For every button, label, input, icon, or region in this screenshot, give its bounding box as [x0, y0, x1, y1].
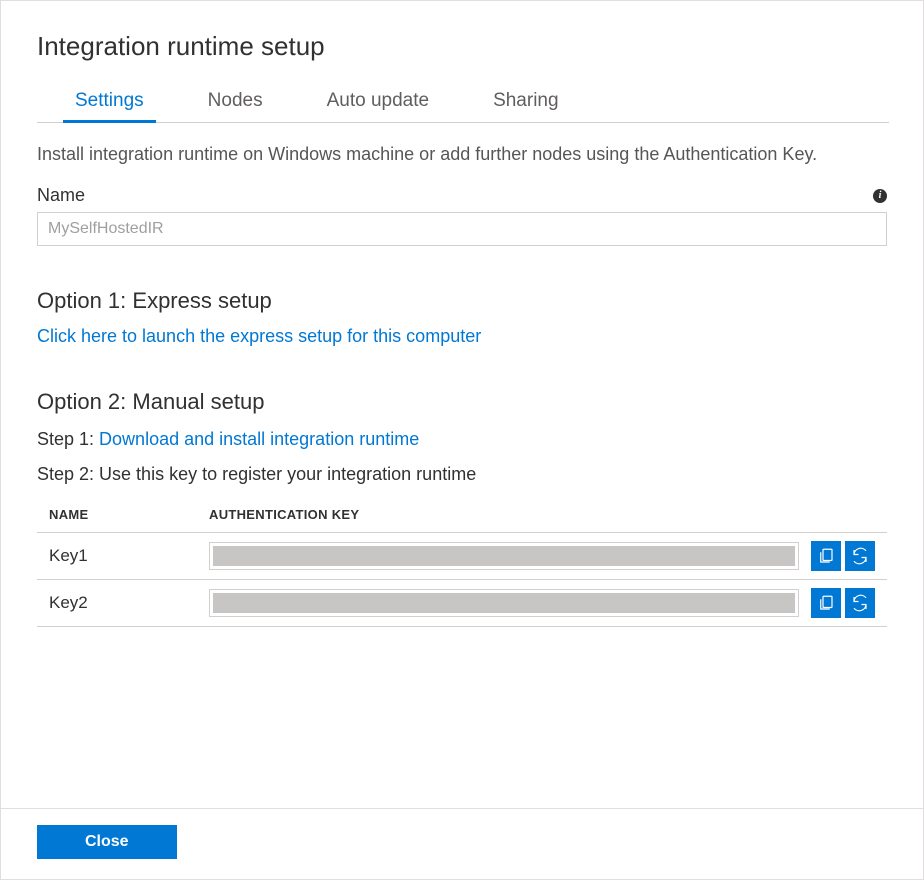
key-name: Key1 — [49, 546, 209, 566]
copy-icon — [817, 547, 835, 565]
key-name: Key2 — [49, 593, 209, 613]
panel-footer: Close — [1, 808, 923, 879]
option2-heading: Option 2: Manual setup — [37, 389, 887, 415]
info-icon[interactable]: i — [873, 189, 887, 203]
express-setup-link[interactable]: Click here to launch the express setup f… — [37, 326, 481, 346]
step2: Step 2: Use this key to register your in… — [37, 464, 887, 485]
tab-sharing[interactable]: Sharing — [493, 84, 559, 122]
panel-body: Integration runtime setup Settings Nodes… — [1, 1, 923, 808]
step1: Step 1: Download and install integration… — [37, 429, 887, 450]
tab-settings[interactable]: Settings — [75, 84, 144, 122]
step1-prefix: Step 1: — [37, 429, 99, 449]
auth-key-masked — [213, 546, 795, 566]
key-field-wrap — [209, 589, 799, 617]
name-label: Name — [37, 185, 85, 206]
col-header-auth: AUTHENTICATION KEY — [209, 507, 359, 522]
option1-heading: Option 1: Express setup — [37, 288, 887, 314]
copy-icon — [817, 594, 835, 612]
col-header-name: NAME — [49, 507, 209, 522]
tab-auto-update[interactable]: Auto update — [327, 84, 429, 122]
close-button[interactable]: Close — [37, 825, 177, 859]
keys-table: NAME AUTHENTICATION KEY Key1 — [37, 507, 887, 627]
refresh-icon — [851, 547, 869, 565]
refresh-icon — [851, 594, 869, 612]
refresh-key1-button[interactable] — [845, 541, 875, 571]
table-row: Key1 — [37, 533, 887, 580]
name-label-row: Name i — [37, 185, 887, 206]
copy-key2-button[interactable] — [811, 588, 841, 618]
auth-key-masked — [213, 593, 795, 613]
table-row: Key2 — [37, 580, 887, 627]
refresh-key2-button[interactable] — [845, 588, 875, 618]
name-input — [37, 212, 887, 246]
download-link[interactable]: Download and install integration runtime — [99, 429, 419, 449]
setup-panel: Integration runtime setup Settings Nodes… — [0, 0, 924, 880]
tab-nodes[interactable]: Nodes — [208, 84, 263, 122]
key-field-wrap — [209, 542, 799, 570]
page-title: Integration runtime setup — [37, 31, 887, 62]
keys-table-header: NAME AUTHENTICATION KEY — [37, 507, 887, 533]
settings-description: Install integration runtime on Windows m… — [37, 141, 887, 167]
copy-key1-button[interactable] — [811, 541, 841, 571]
tabs: Settings Nodes Auto update Sharing — [37, 84, 889, 123]
